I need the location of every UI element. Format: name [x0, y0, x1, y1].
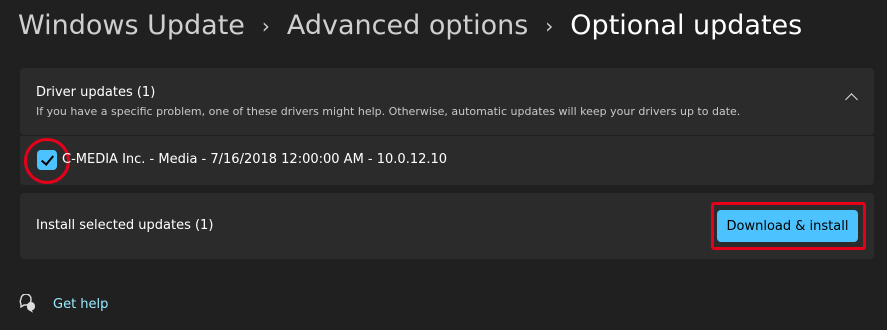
breadcrumb-separator: ›: [545, 13, 554, 38]
driver-updates-header[interactable]: Driver updates (1) If you have a specifi…: [20, 68, 874, 135]
chevron-up-icon[interactable]: [845, 93, 858, 106]
driver-updates-description: If you have a specific problem, one of t…: [36, 105, 741, 118]
install-selected-card: Install selected updates (1) Download & …: [20, 193, 874, 259]
get-help-row[interactable]: Get help: [18, 294, 108, 314]
help-chat-icon: [19, 294, 35, 313]
install-selected-label: Install selected updates (1): [36, 218, 214, 233]
breadcrumb-advanced-options[interactable]: Advanced options: [287, 10, 528, 41]
get-help-link[interactable]: Get help: [53, 297, 108, 312]
breadcrumb-windows-update[interactable]: Windows Update: [18, 10, 245, 41]
driver-list-item: C-MEDIA Inc. - Media - 7/16/2018 12:00:0…: [20, 136, 874, 185]
driver-updates-title: Driver updates (1): [36, 85, 156, 100]
page-title: Optional updates: [570, 10, 803, 41]
driver-label: C-MEDIA Inc. - Media - 7/16/2018 12:00:0…: [62, 152, 448, 167]
download-install-button[interactable]: Download & install: [717, 210, 858, 242]
breadcrumb-separator: ›: [261, 13, 270, 38]
breadcrumb: Windows Update › Advanced options › Opti…: [18, 10, 802, 41]
